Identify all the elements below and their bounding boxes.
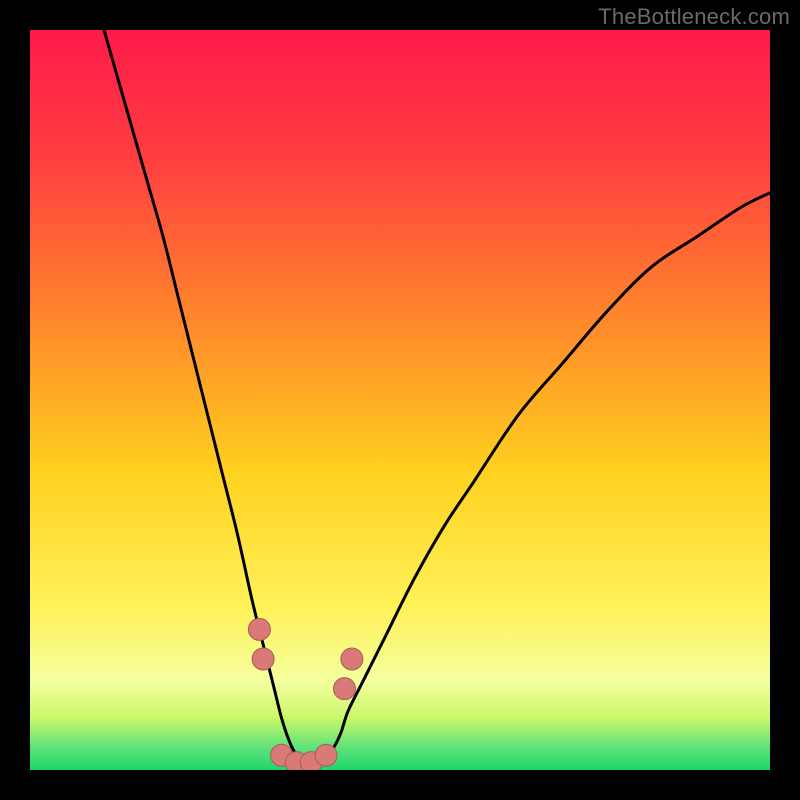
curve-marker <box>334 678 356 700</box>
curve-marker <box>341 648 363 670</box>
plot-area <box>30 30 770 770</box>
curve-marker <box>315 744 337 766</box>
curve-marker <box>252 648 274 670</box>
bottleneck-chart <box>30 30 770 770</box>
curve-marker <box>248 618 270 640</box>
watermark-text: TheBottleneck.com <box>598 4 790 30</box>
gradient-bg <box>30 30 770 770</box>
chart-frame: TheBottleneck.com <box>0 0 800 800</box>
